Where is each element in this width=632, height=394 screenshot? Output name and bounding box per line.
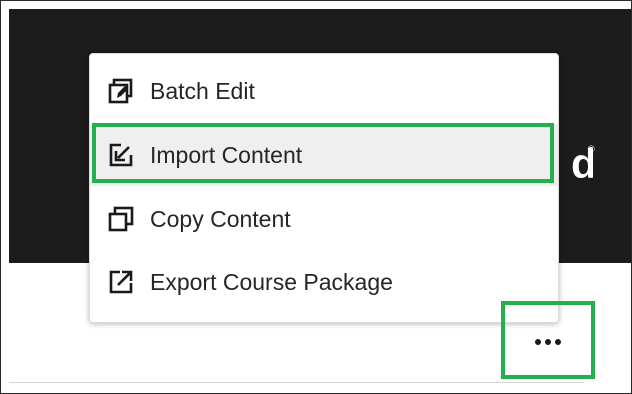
page-frame: d ® Batch Edit Import Content Copy Conte… (0, 0, 632, 394)
menu-item-label: Batch Edit (150, 77, 255, 104)
more-options-button[interactable] (501, 301, 595, 379)
batch-edit-icon (106, 76, 136, 106)
dot (555, 339, 561, 345)
export-icon (106, 267, 136, 297)
dot (545, 339, 551, 345)
menu-item-copy-content[interactable]: Copy Content (90, 188, 558, 250)
content-divider (9, 382, 584, 383)
menu-item-batch-edit[interactable]: Batch Edit (90, 60, 558, 122)
more-horizontal-icon (535, 339, 561, 345)
banner-logo-registered-mark: ® (588, 144, 595, 154)
menu-item-label: Export Course Package (150, 268, 393, 295)
copy-content-icon (106, 204, 136, 234)
menu-item-label: Copy Content (150, 205, 291, 232)
menu-item-export-course-package[interactable]: Export Course Package (90, 251, 558, 313)
menu-item-label: Import Content (150, 141, 303, 168)
dot (535, 339, 541, 345)
menu-item-import-content[interactable]: Import Content (90, 124, 558, 186)
more-options-menu: Batch Edit Import Content Copy Content E… (89, 53, 559, 323)
import-content-icon (106, 140, 136, 170)
